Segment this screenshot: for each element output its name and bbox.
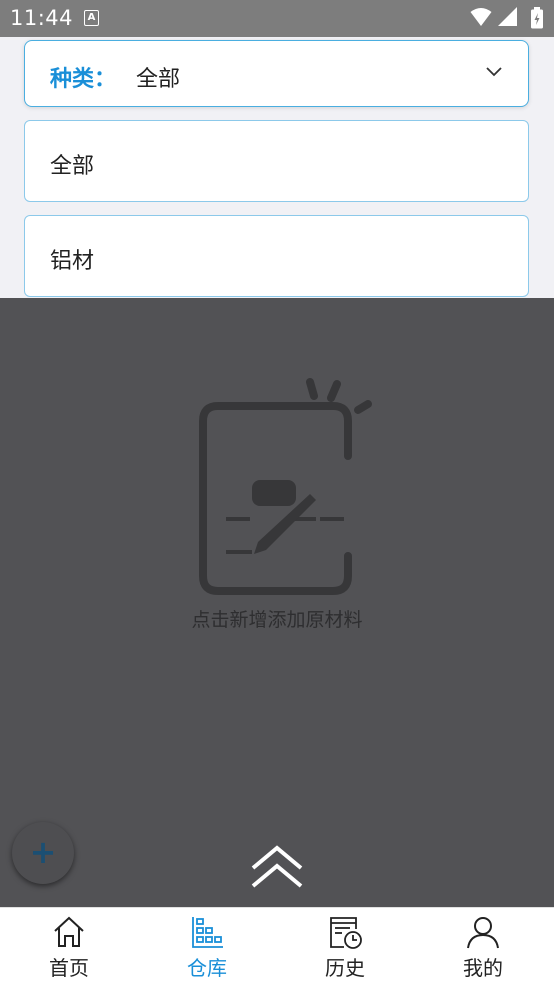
option-label: 铝材 bbox=[50, 249, 95, 274]
nav-label-history: 历史 bbox=[325, 956, 365, 980]
nav-item-home[interactable]: 首页 bbox=[0, 908, 138, 984]
status-time: 11:44 bbox=[10, 6, 74, 30]
nav-label-warehouse: 仓库 bbox=[187, 956, 227, 980]
home-icon bbox=[54, 916, 84, 947]
history-icon bbox=[330, 917, 362, 949]
notification-a-icon: A bbox=[84, 10, 99, 26]
nav-item-history[interactable]: 历史 bbox=[276, 908, 414, 984]
plus-icon: + bbox=[29, 833, 57, 871]
category-option-all[interactable]: 全部 bbox=[24, 120, 529, 202]
empty-state-message: 点击新增添加原材料 bbox=[191, 609, 363, 631]
category-label: 种类： bbox=[50, 67, 117, 92]
profile-icon bbox=[467, 917, 499, 949]
category-selected-value: 全部 bbox=[136, 67, 181, 92]
add-material-button[interactable]: + bbox=[12, 822, 74, 884]
nav-label-home: 首页 bbox=[49, 956, 89, 980]
nav-label-profile: 我的 bbox=[463, 956, 503, 980]
option-label: 全部 bbox=[50, 154, 95, 179]
nav-item-warehouse[interactable]: 仓库 bbox=[138, 908, 276, 984]
category-option-aluminum[interactable]: 铝材 bbox=[24, 215, 529, 297]
nav-item-profile[interactable]: 我的 bbox=[414, 908, 552, 984]
dropdown-backdrop[interactable]: 点击新增添加原材料 + bbox=[0, 298, 554, 907]
bottom-navigation: 首页 仓库 历史 我的 bbox=[0, 907, 554, 984]
status-bar: 11:44 A bbox=[0, 0, 554, 37]
clipboard-pen-icon bbox=[199, 378, 372, 595]
warehouse-icon bbox=[192, 917, 223, 948]
signal-icon bbox=[498, 7, 517, 26]
double-chevron-up-icon[interactable] bbox=[249, 844, 305, 892]
filter-area: 种类： 全部 全部 铝材 bbox=[0, 37, 554, 298]
chevron-down-icon bbox=[486, 67, 502, 77]
category-selector[interactable]: 种类： 全部 bbox=[24, 40, 529, 107]
wifi-icon bbox=[470, 8, 492, 26]
battery-icon bbox=[531, 7, 543, 29]
